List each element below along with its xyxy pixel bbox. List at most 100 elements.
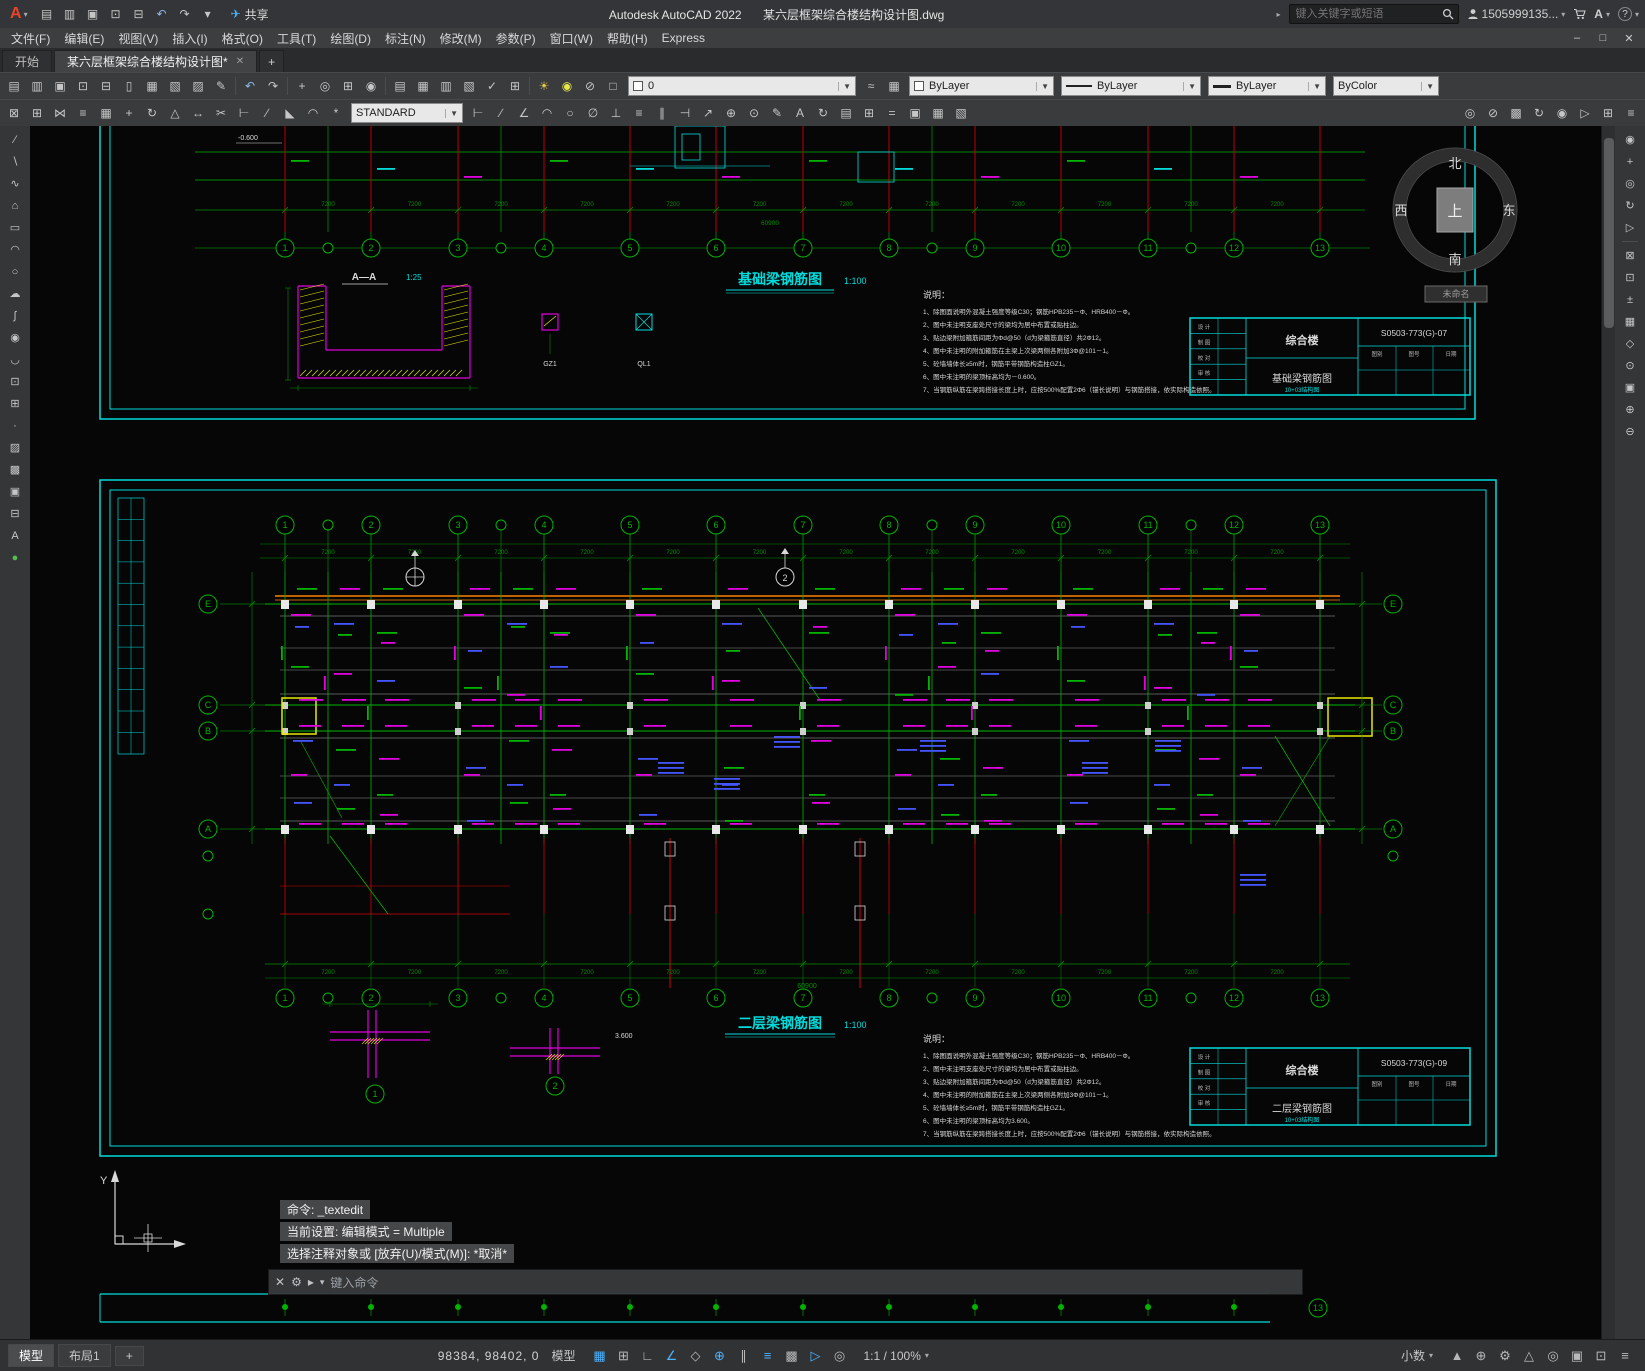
zoom-dynamic-icon[interactable]: ◇ <box>1618 333 1642 354</box>
markup-icon[interactable]: ✓ <box>481 75 503 97</box>
line-icon[interactable]: ∕ <box>3 129 27 150</box>
model-tab[interactable]: 模型 <box>8 1344 55 1367</box>
search-input[interactable] <box>1293 7 1442 21</box>
showmotion-icon[interactable]: ▷ <box>1618 217 1642 238</box>
offset-icon[interactable]: ≡ <box>72 102 94 124</box>
zoom-out-icon[interactable]: ⊖ <box>1618 421 1642 442</box>
restore-button[interactable]: □ <box>1591 29 1615 47</box>
graphics-performance-icon[interactable]: ▣ <box>1565 1345 1589 1367</box>
render-icon[interactable]: ▩ <box>1505 102 1527 124</box>
osnap-icon[interactable]: ⊕ <box>707 1345 731 1367</box>
dim-text-edit-icon[interactable]: A <box>789 102 811 124</box>
lamp-icon[interactable]: ◉ <box>556 75 578 97</box>
orbit-icon[interactable]: ↻ <box>1528 102 1550 124</box>
dim-arc-icon[interactable]: ◠ <box>536 102 558 124</box>
zoom-center-icon[interactable]: ⊙ <box>1618 355 1642 376</box>
redo-icon[interactable]: ↷ <box>262 75 284 97</box>
annotation-monitor-icon[interactable]: △ <box>1517 1345 1541 1367</box>
command-input[interactable]: 键入命令 <box>330 1274 378 1291</box>
create-block-icon[interactable]: ⊞ <box>3 393 27 414</box>
designcenter-icon[interactable]: ▦ <box>412 75 434 97</box>
text-style-combo[interactable]: STANDARD ▼ <box>351 103 463 123</box>
array-icon[interactable]: ▦ <box>95 102 117 124</box>
recent-commands-icon[interactable]: ▾ <box>320 1277 325 1288</box>
new-drawing-button[interactable]: + <box>259 50 285 72</box>
region-icon[interactable]: ▣ <box>3 481 27 502</box>
layer-previous-icon[interactable]: ≈ <box>860 75 882 97</box>
insert-block-icon[interactable]: ⊡ <box>3 371 27 392</box>
color-combo[interactable]: ByLayer ▼ <box>909 76 1054 96</box>
qat-save-as-icon[interactable]: ⊡ <box>105 3 127 25</box>
circle-icon[interactable]: ○ <box>3 261 27 282</box>
menu-item[interactable]: 参数(P) <box>489 28 543 48</box>
lineweight-combo[interactable]: ByLayer ▼ <box>1208 76 1326 96</box>
dim-aligned-icon[interactable]: ∕ <box>490 102 512 124</box>
menu-item[interactable]: 窗口(W) <box>543 28 600 48</box>
zoom-realtime-icon[interactable]: ◎ <box>314 75 336 97</box>
model-space-toggle[interactable]: 模型 <box>543 1345 583 1366</box>
annotation-scale-button[interactable]: 1:1 / 100% ▾ <box>855 1347 936 1365</box>
new-icon[interactable]: ▤ <box>3 75 25 97</box>
qat-save-icon[interactable]: ▣ <box>82 3 104 25</box>
account-button[interactable]: 1505999135... ▾ <box>1467 7 1565 21</box>
explode-icon[interactable]: * <box>325 102 347 124</box>
isolate-objects-icon[interactable]: ◎ <box>1541 1345 1565 1367</box>
tool-palettes-icon[interactable]: ▥ <box>435 75 457 97</box>
search-expand-icon[interactable]: ▸ <box>1277 10 1281 19</box>
menu-item[interactable]: 修改(M) <box>433 28 489 48</box>
copy-clip-icon[interactable]: ▧ <box>164 75 186 97</box>
layer-states-icon[interactable]: ▦ <box>883 75 905 97</box>
menu-item[interactable]: 帮助(H) <box>600 28 655 48</box>
isodraft-icon[interactable]: ◇ <box>683 1345 707 1367</box>
fillet-icon[interactable]: ◠ <box>302 102 324 124</box>
menu-item[interactable]: 工具(T) <box>270 28 323 48</box>
qat-redo-icon[interactable]: ↷ <box>174 3 196 25</box>
drawing-tab[interactable]: 某六层框架综合楼结构设计图* ✕ <box>54 50 258 72</box>
construction-line-icon[interactable]: ∖ <box>3 151 27 172</box>
annotation-visibility-icon[interactable]: ▲ <box>1445 1345 1469 1367</box>
dim-angular-icon[interactable]: ∠ <box>513 102 535 124</box>
lineweight-display-icon[interactable]: ≡ <box>755 1345 779 1367</box>
menu-item[interactable]: 格式(O) <box>215 28 270 48</box>
leader-icon[interactable]: ↗ <box>697 102 719 124</box>
clean-screen-icon[interactable]: ⊡ <box>1589 1345 1613 1367</box>
steering-wheel-icon[interactable]: ◉ <box>1551 102 1573 124</box>
extend-icon[interactable]: ⊢ <box>233 102 255 124</box>
showmotion-icon[interactable]: ▷ <box>1574 102 1596 124</box>
copy-icon[interactable]: ⊞ <box>26 102 48 124</box>
table-icon[interactable]: ⊟ <box>3 503 27 524</box>
lock-icon[interactable]: ⊘ <box>579 75 601 97</box>
grid-icon[interactable]: ▦ <box>587 1345 611 1367</box>
polygon-icon[interactable]: ⌂ <box>3 195 27 216</box>
plot-preview-icon[interactable]: ▯ <box>118 75 140 97</box>
new-layout-button[interactable]: + <box>114 1345 144 1366</box>
properties-icon[interactable]: ▤ <box>389 75 411 97</box>
paste-icon[interactable]: ▨ <box>187 75 209 97</box>
search-box[interactable] <box>1288 4 1459 24</box>
otrack-icon[interactable]: ∥ <box>731 1345 755 1367</box>
help-button[interactable]: ? ▾ <box>1617 7 1639 21</box>
menu-item[interactable]: 标注(N) <box>378 28 433 48</box>
navbar-icon[interactable]: ≡ <box>1620 102 1642 124</box>
menu-item[interactable]: 编辑(E) <box>57 28 111 48</box>
zoom-all-icon[interactable]: ▦ <box>1618 311 1642 332</box>
ungroup-icon[interactable]: ▧ <box>950 102 972 124</box>
dim-linear-icon[interactable]: ⊢ <box>467 102 489 124</box>
pan-icon[interactable]: + <box>1618 151 1642 172</box>
isolate-icon[interactable]: ◎ <box>1459 102 1481 124</box>
units-button[interactable]: 小数 ▾ <box>1393 1345 1441 1366</box>
zoom-icon[interactable]: ◎ <box>1618 173 1642 194</box>
dim-ordinate-icon[interactable]: ⊥ <box>605 102 627 124</box>
dim-baseline-icon[interactable]: ∥ <box>651 102 673 124</box>
rotate-icon[interactable]: ↻ <box>141 102 163 124</box>
rectangle-icon[interactable]: ▭ <box>3 217 27 238</box>
point-style-icon[interactable]: ● <box>3 547 27 568</box>
mtext-icon[interactable]: A <box>3 525 27 546</box>
break-icon[interactable]: ∕ <box>256 102 278 124</box>
minimize-button[interactable]: – <box>1565 29 1589 47</box>
open-icon[interactable]: ▥ <box>26 75 48 97</box>
drawing-canvas[interactable]: 7200 7200 7200 7200 7200 7200 7200 7200 7200 7200… <box>30 126 1601 1339</box>
pan-icon[interactable]: + <box>291 75 313 97</box>
revision-cloud-icon[interactable]: ☁ <box>3 283 27 304</box>
ellipse-arc-icon[interactable]: ◡ <box>3 349 27 370</box>
